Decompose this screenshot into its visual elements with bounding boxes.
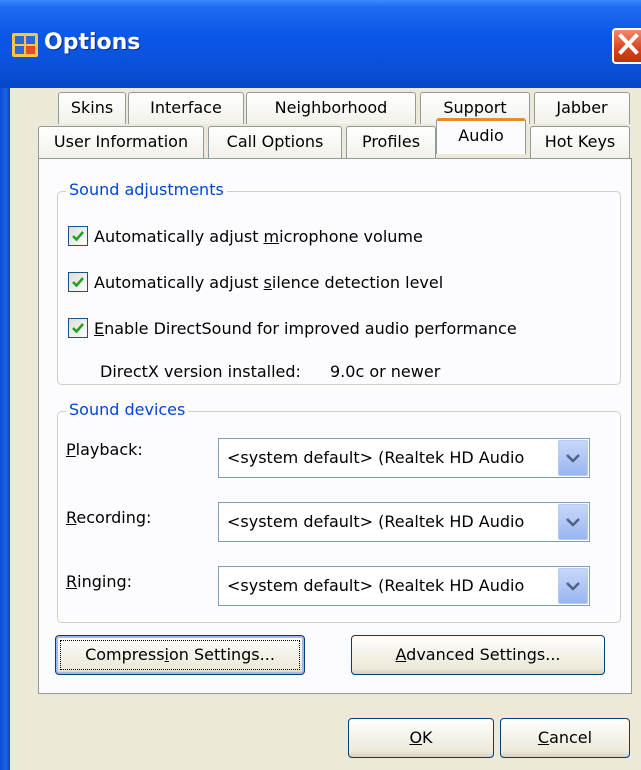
playback-select[interactable]: <system default> (Realtek HD Audio (218, 438, 590, 478)
directx-version-value: 9.0c or newer (330, 362, 441, 381)
close-button[interactable] (612, 28, 641, 64)
checkbox-label: Enable DirectSound for improved audio pe… (94, 318, 517, 338)
tab-hot-keys[interactable]: Hot Keys (530, 126, 630, 158)
tab-audio[interactable]: Audio (436, 118, 526, 154)
checkbox-label: Automatically adjust silence detection l… (94, 272, 444, 292)
playback-label: Playback: (66, 440, 143, 459)
focus-rectangle (60, 640, 300, 670)
ringing-label: Ringing: (66, 572, 132, 591)
tab-jabber[interactable]: Jabber (534, 92, 630, 124)
enable-directsound-checkbox[interactable]: Enable DirectSound for improved audio pe… (68, 318, 517, 338)
close-icon (618, 33, 639, 55)
window-title: Options (44, 30, 141, 55)
chevron-down-icon (566, 454, 580, 463)
check-icon (72, 231, 84, 242)
audio-panel: Sound adjustments Automatically adjust m… (38, 158, 632, 694)
check-icon (72, 277, 84, 288)
check-icon (72, 323, 84, 334)
recording-select[interactable]: <system default> (Realtek HD Audio (218, 502, 590, 542)
cancel-button[interactable]: Cancel (500, 718, 630, 758)
ok-button[interactable]: OK (348, 718, 494, 758)
tab-skins[interactable]: Skins (58, 92, 126, 124)
compression-settings-button[interactable]: Compression Settings... (55, 635, 305, 675)
tab-interface[interactable]: Interface (128, 92, 244, 124)
app-icon (12, 33, 38, 57)
auto-mic-volume-checkbox[interactable]: Automatically adjust microphone volume (68, 226, 423, 246)
ringing-dropdown-button[interactable] (558, 568, 588, 604)
sound-adjustments-group: Sound adjustments Automatically adjust m… (57, 180, 621, 385)
directx-version-label: DirectX version installed: (100, 362, 301, 381)
sound-devices-title: Sound devices (66, 400, 189, 419)
title-bar: Options (0, 0, 641, 88)
playback-dropdown-button[interactable] (558, 440, 588, 476)
tab-profiles[interactable]: Profiles (346, 126, 436, 158)
checkbox-label: Automatically adjust microphone volume (94, 226, 423, 246)
checkbox-box[interactable] (68, 318, 88, 338)
checkbox-box[interactable] (68, 226, 88, 246)
recording-dropdown-button[interactable] (558, 504, 588, 540)
playback-select-value: <system default> (Realtek HD Audio (227, 448, 525, 467)
tab-neighborhood[interactable]: Neighborhood (246, 92, 416, 124)
sound-devices-group: Sound devices Playback: <system default>… (57, 400, 621, 623)
recording-label: Recording: (66, 508, 152, 527)
chevron-down-icon (566, 518, 580, 527)
advanced-settings-button[interactable]: Advanced Settings... (351, 635, 605, 675)
ringing-select[interactable]: <system default> (Realtek HD Audio (218, 566, 590, 606)
auto-silence-detection-checkbox[interactable]: Automatically adjust silence detection l… (68, 272, 443, 292)
tab-user-information[interactable]: User Information (38, 126, 204, 158)
tab-call-options[interactable]: Call Options (208, 126, 342, 158)
chevron-down-icon (566, 582, 580, 591)
ringing-select-value: <system default> (Realtek HD Audio (227, 576, 525, 595)
window-frame-left (0, 88, 10, 770)
recording-select-value: <system default> (Realtek HD Audio (227, 512, 525, 531)
sound-adjustments-title: Sound adjustments (66, 180, 227, 199)
checkbox-box[interactable] (68, 272, 88, 292)
